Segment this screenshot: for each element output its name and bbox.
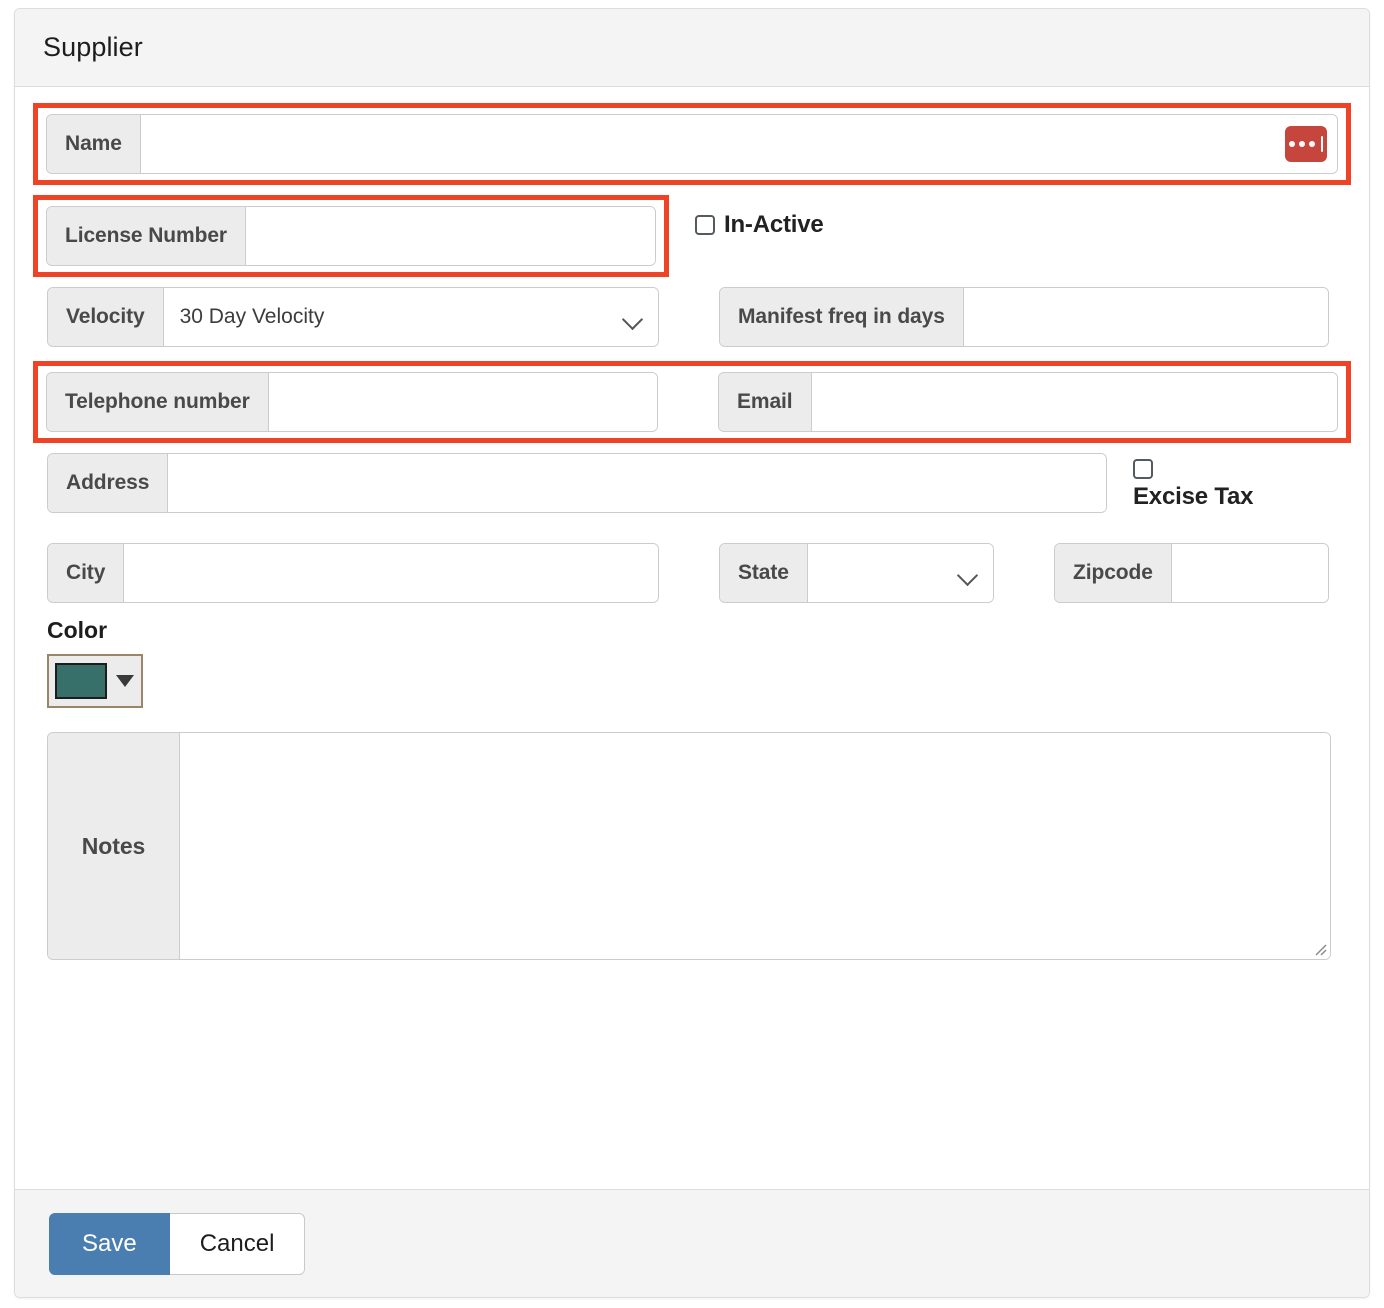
email-input[interactable] xyxy=(811,373,1337,431)
supplier-card: Supplier Name License Number In-Active V… xyxy=(14,8,1370,1298)
state-label: State xyxy=(720,544,808,602)
card-header: Supplier xyxy=(15,9,1369,87)
name-ellipsis-wrap xyxy=(1285,115,1337,173)
address-label: Address xyxy=(48,454,169,512)
cancel-button[interactable]: Cancel xyxy=(169,1212,306,1275)
zipcode-label: Zipcode xyxy=(1055,544,1172,602)
row-address: Address Excise Tax xyxy=(33,453,1351,515)
manifest-freq-label: Manifest freq in days xyxy=(720,288,964,346)
field-group-email: Email xyxy=(718,372,1338,432)
card-body: Name License Number In-Active Velocity 3… xyxy=(15,87,1369,1189)
card-footer: Save Cancel xyxy=(15,1189,1369,1297)
field-group-telephone: Telephone number xyxy=(46,372,658,432)
ellipsis-dot xyxy=(1299,141,1305,147)
excise-tax-checkbox-row[interactable]: Excise Tax xyxy=(1133,453,1273,515)
notes-label: Notes xyxy=(48,733,180,959)
field-group-manifest-freq: Manifest freq in days xyxy=(719,287,1329,347)
checkbox-icon-inactive[interactable] xyxy=(695,215,715,235)
caret-down-icon xyxy=(116,675,134,687)
row-velocity: Velocity 30 Day Velocity Manifest freq i… xyxy=(33,287,1351,347)
field-group-address: Address xyxy=(47,453,1107,513)
checkbox-icon-excise-tax[interactable] xyxy=(1133,459,1153,479)
row-notes: Notes xyxy=(33,732,1351,960)
email-label: Email xyxy=(719,373,812,431)
field-group-name: Name xyxy=(46,114,1338,174)
field-group-license-number: License Number xyxy=(46,206,656,266)
ellipsis-dot xyxy=(1289,141,1295,147)
field-group-velocity: Velocity 30 Day Velocity xyxy=(47,287,659,347)
name-input[interactable] xyxy=(140,115,1285,173)
page-root: Supplier Name License Number In-Active V… xyxy=(0,0,1384,1308)
highlight-box-contact: Telephone number Email xyxy=(33,361,1351,443)
cursor-bar-icon xyxy=(1321,136,1323,152)
highlight-box-name: Name xyxy=(33,103,1351,185)
name-label: Name xyxy=(47,115,141,173)
state-select[interactable] xyxy=(807,544,993,602)
inactive-label: In-Active xyxy=(724,211,824,238)
chevron-down-icon xyxy=(624,312,642,322)
field-group-city: City xyxy=(47,543,659,603)
inactive-checkbox-row[interactable]: In-Active xyxy=(695,209,824,241)
address-input[interactable] xyxy=(168,454,1106,512)
license-number-input[interactable] xyxy=(246,207,655,265)
velocity-selected-value: 30 Day Velocity xyxy=(179,305,325,328)
field-group-state: State xyxy=(719,543,994,603)
color-picker-button[interactable] xyxy=(47,654,143,708)
page-title: Supplier xyxy=(43,32,143,62)
velocity-label: Velocity xyxy=(48,288,164,346)
zipcode-input[interactable] xyxy=(1171,544,1328,602)
city-label: City xyxy=(48,544,125,602)
save-button[interactable]: Save xyxy=(49,1212,170,1275)
row-city-state-zip: City State Zipcode xyxy=(33,543,1351,603)
notes-wrapper xyxy=(180,733,1330,959)
telephone-label: Telephone number xyxy=(47,373,269,431)
license-number-label: License Number xyxy=(47,207,246,265)
field-group-notes: Notes xyxy=(47,732,1331,960)
velocity-select[interactable]: 30 Day Velocity xyxy=(163,288,658,346)
highlight-box-license: License Number xyxy=(33,195,669,277)
telephone-input[interactable] xyxy=(268,373,657,431)
color-label: Color xyxy=(47,617,108,643)
manifest-freq-input[interactable] xyxy=(963,288,1328,346)
chevron-down-icon xyxy=(959,568,977,578)
ellipsis-dot xyxy=(1309,141,1315,147)
footer-button-group: Save Cancel xyxy=(49,1212,306,1275)
ellipsis-icon[interactable] xyxy=(1285,126,1327,162)
city-input[interactable] xyxy=(124,544,658,602)
notes-textarea[interactable] xyxy=(180,733,1330,959)
excise-tax-label: Excise Tax xyxy=(1133,483,1254,510)
color-swatch xyxy=(55,663,107,699)
field-group-zipcode: Zipcode xyxy=(1054,543,1329,603)
